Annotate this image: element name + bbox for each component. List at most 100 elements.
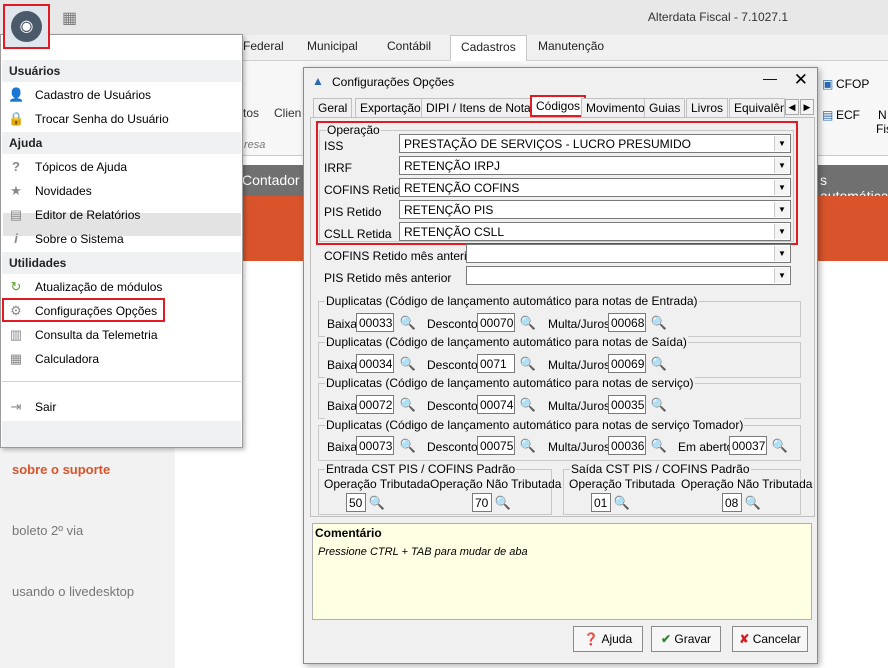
search-icon[interactable]: 🔍 <box>398 395 418 415</box>
ribbon-label-fragment: tos <box>243 106 260 120</box>
tab-geral[interactable]: Geral <box>313 98 353 117</box>
cst-entrada-trib-input[interactable]: 50 <box>346 493 366 512</box>
comment-text: Pressione CTRL + TAB para mudar de aba <box>318 546 528 558</box>
search-icon[interactable]: 🔍 <box>518 313 538 333</box>
desconto-saida-input[interactable]: 0071 <box>477 354 515 373</box>
menu-item-topicos-ajuda[interactable]: Tópicos de Ajuda <box>35 160 127 174</box>
cst-saida-trib-input[interactable]: 01 <box>591 493 611 512</box>
app-menu-button[interactable]: ◉ <box>3 4 50 49</box>
save-button[interactable]: ✔ Gravar <box>651 626 721 652</box>
search-icon[interactable]: 🔍 <box>612 493 632 513</box>
desconto-label: Desconto <box>427 358 478 372</box>
search-icon[interactable]: 🔍 <box>518 436 538 456</box>
baixa-servico-input[interactable]: 00072 <box>356 395 394 414</box>
op-trib-label: Operação Tributada <box>324 477 431 491</box>
search-icon[interactable]: 🔍 <box>398 354 418 374</box>
cfop-icon[interactable]: ▣ <box>822 77 833 91</box>
multa-saida-input[interactable]: 00069 <box>608 354 646 373</box>
ribbon-n[interactable]: N <box>878 108 887 122</box>
em-aberto-input[interactable]: 00037 <box>729 436 767 455</box>
menu-header-ajuda: Ajuda <box>9 136 43 150</box>
multa-label: Multa/Juros <box>548 440 611 454</box>
ecf-icon[interactable]: ▤ <box>822 108 833 122</box>
baixa-tomador-input[interactable]: 00073 <box>356 436 394 455</box>
search-icon[interactable]: 🔍 <box>649 395 669 415</box>
tab-equivalencia[interactable]: Equivalên <box>729 98 785 117</box>
search-icon[interactable]: 🔍 <box>518 395 538 415</box>
lock-icon: 🔒 <box>8 111 25 126</box>
desconto-servico-input[interactable]: 00074 <box>477 395 515 414</box>
op-nao-trib-label: Operação Não Tributada <box>430 477 562 491</box>
search-icon[interactable]: 🔍 <box>398 436 418 456</box>
minimize-icon[interactable]: — <box>763 70 777 86</box>
dup-tomador-title: Duplicatas (Código de lançamento automát… <box>325 418 745 432</box>
search-icon[interactable]: 🔍 <box>743 493 763 513</box>
chevron-down-icon[interactable]: ▼ <box>774 246 789 261</box>
tab-dipi[interactable]: DIPI / Itens de Nota <box>421 98 536 117</box>
ribbon-ecf[interactable]: ECF <box>836 108 860 122</box>
cst-entrada-nao-trib-input[interactable]: 70 <box>472 493 492 512</box>
desconto-tomador-input[interactable]: 00075 <box>477 436 515 455</box>
pis-anterior-select[interactable]: ▼ <box>466 266 791 285</box>
baixa-entrada-input[interactable]: 00033 <box>356 313 394 332</box>
tab-livros[interactable]: Livros <box>686 98 729 117</box>
search-icon[interactable]: 🔍 <box>398 313 418 333</box>
tab-movimento[interactable]: Movimento <box>581 98 650 117</box>
op-nao-trib-label: Operação Não Tributada <box>681 477 813 491</box>
tab-guias[interactable]: Guias <box>644 98 686 117</box>
desconto-label: Desconto <box>427 440 478 454</box>
grid-icon[interactable]: ▦ <box>62 8 77 28</box>
tab-codigos[interactable]: Códigos <box>530 95 587 117</box>
menu-footer <box>2 421 241 447</box>
menu-item-trocar-senha[interactable]: Trocar Senha do Usuário <box>35 112 169 126</box>
search-icon[interactable]: 🔍 <box>649 313 669 333</box>
tab-cadastros[interactable]: Cadastros <box>450 35 527 61</box>
tab-scroll-left-icon[interactable]: ◀ <box>785 99 799 115</box>
multa-tomador-input[interactable]: 00036 <box>608 436 646 455</box>
star-icon: ★ <box>10 183 22 198</box>
baixa-saida-input[interactable]: 00034 <box>356 354 394 373</box>
multa-servico-input[interactable]: 00035 <box>608 395 646 414</box>
tab-scroll-right-icon[interactable]: ▶ <box>800 99 814 115</box>
side-link-boleto[interactable]: boleto 2º via <box>12 523 83 538</box>
cofins-anterior-select[interactable]: ▼ <box>466 244 791 263</box>
cst-saida-nao-trib-input[interactable]: 08 <box>722 493 742 512</box>
close-icon[interactable]: ✕ <box>794 70 808 90</box>
search-icon[interactable]: 🔍 <box>518 354 538 374</box>
tab-municipal[interactable]: Municipal <box>307 39 358 53</box>
baixa-label: Baixa <box>327 399 358 413</box>
menu-item-telemetria[interactable]: Consulta da Telemetria <box>35 328 158 342</box>
menu-item-atualizacao[interactable]: Atualização de módulos <box>35 280 162 294</box>
search-icon[interactable]: 🔍 <box>649 436 669 456</box>
report-icon: ▤ <box>9 207 23 222</box>
chevron-down-icon[interactable]: ▼ <box>774 268 789 283</box>
multa-entrada-input[interactable]: 00068 <box>608 313 646 332</box>
help-button[interactable]: ❓ Ajuda <box>573 626 643 652</box>
ribbon-fis[interactable]: Fis <box>876 122 888 136</box>
side-link-livedesktop[interactable]: usando o livedesktop <box>12 584 134 599</box>
tab-exportacao[interactable]: Exportação <box>355 98 426 117</box>
search-icon[interactable]: 🔍 <box>770 436 790 456</box>
check-icon: ✔ <box>660 632 672 646</box>
menu-item-cadastro-usuarios[interactable]: Cadastro de Usuários <box>35 88 151 102</box>
baixa-label: Baixa <box>327 440 358 454</box>
ribbon-cfop[interactable]: CFOP <box>836 77 869 91</box>
baixa-label: Baixa <box>327 317 358 331</box>
menu-item-novidades[interactable]: Novidades <box>35 184 92 198</box>
side-link-suporte[interactable]: sobre o suporte <box>12 462 110 477</box>
search-icon[interactable]: 🔍 <box>367 493 387 513</box>
desconto-entrada-input[interactable]: 00070 <box>477 313 515 332</box>
search-icon[interactable]: 🔍 <box>649 354 669 374</box>
menu-item-sobre-sistema[interactable]: Sobre o Sistema <box>35 232 124 246</box>
tab-federal[interactable]: Federal <box>243 39 284 53</box>
help-label: Ajuda <box>601 632 633 646</box>
config-dialog: ▲ Configurações Opções — ✕ Geral Exporta… <box>303 67 818 664</box>
search-icon[interactable]: 🔍 <box>493 493 513 513</box>
multa-label: Multa/Juros <box>548 317 611 331</box>
menu-item-calculadora[interactable]: Calculadora <box>35 352 99 366</box>
tab-contabil[interactable]: Contábil <box>387 39 431 53</box>
cancel-button[interactable]: ✘ Cancelar <box>732 626 808 652</box>
menu-item-sair[interactable]: Sair <box>35 400 56 414</box>
menu-item-editor-relatorios[interactable]: Editor de Relatórios <box>35 208 140 222</box>
tab-manutencao[interactable]: Manutenção <box>538 39 604 53</box>
